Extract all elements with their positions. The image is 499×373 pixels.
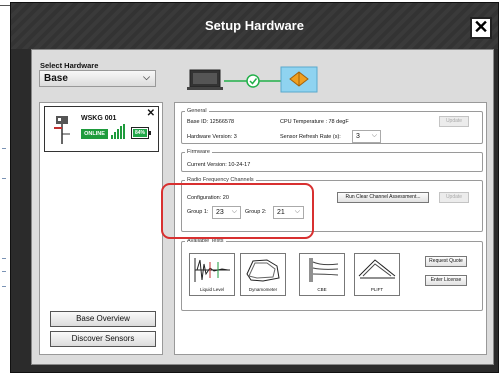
sensor-tower-icon: [54, 116, 70, 144]
battery-level: 84%: [133, 129, 147, 137]
request-quote-button[interactable]: Request Quote: [425, 256, 467, 267]
radio-update-button[interactable]: Update: [439, 192, 469, 203]
chevron-down-icon: ⌵: [143, 72, 150, 82]
discover-sensors-button[interactable]: Discover Sensors: [50, 331, 156, 347]
firmware-legend: Firmware: [187, 149, 210, 155]
test-label: PLIFT: [370, 287, 384, 292]
general-legend: General: [187, 108, 207, 114]
hardware-select[interactable]: Base ⌵: [39, 70, 156, 87]
firmware-group: Firmware: [181, 149, 483, 172]
firmware-version-text: Current Version: 10-24-17: [187, 162, 251, 168]
connection-status: [187, 66, 318, 93]
refresh-rate-select[interactable]: 3 ⌵: [352, 130, 381, 143]
test-card-liquid-level[interactable]: Liquid Level: [189, 253, 235, 296]
test-card-plift[interactable]: PLIFT: [354, 253, 400, 296]
test-card-cbe[interactable]: CBE: [299, 253, 345, 296]
remove-device-icon[interactable]: ✕: [147, 108, 155, 119]
laptop-icon: [187, 69, 223, 90]
hardware-version-text: Hardware Version: 3: [187, 134, 237, 140]
cbe-icon: [309, 258, 339, 282]
test-card-dynamometer[interactable]: Dynamometer: [240, 253, 286, 296]
liquid-level-icon: [194, 258, 230, 282]
base-id-text: Base ID: 12566578: [187, 119, 235, 125]
online-badge: ONLINE: [81, 129, 108, 139]
test-label: CBE: [317, 287, 327, 292]
select-hardware-label: Select Hardware: [40, 61, 99, 70]
background-window-edge: [0, 0, 10, 373]
signal-strength-icon: [111, 124, 127, 139]
run-clear-channel-assessment-button[interactable]: Run Clear Channel Assessment...: [337, 192, 429, 203]
cpu-temperature-text: CPU Temperature : 78 degF: [280, 119, 349, 125]
base-station-icon: [280, 66, 318, 93]
title-bar: Setup Hardware ✕: [11, 3, 498, 49]
check-icon: [246, 74, 260, 88]
refresh-rate-value: 3: [356, 133, 360, 140]
refresh-rate-label: Sensor Refresh Rate (s):: [280, 134, 341, 140]
plift-icon: [358, 259, 396, 279]
device-card[interactable]: WSKG 001 ✕ ONLINE 84%: [44, 106, 159, 152]
battery-icon: 84%: [131, 127, 151, 139]
general-update-button[interactable]: Update: [439, 116, 469, 127]
device-name: WSKG 001: [81, 115, 117, 122]
close-icon: ✕: [473, 17, 489, 37]
close-button[interactable]: ✕: [470, 17, 492, 39]
chevron-down-icon: ⌵: [371, 132, 377, 139]
radio-frequency-highlight: [161, 183, 314, 239]
test-label: Dynamometer: [248, 287, 278, 292]
base-overview-button[interactable]: Base Overview: [50, 311, 156, 327]
hardware-select-value: Base: [44, 73, 68, 84]
dialog-title: Setup Hardware: [205, 18, 304, 33]
enter-license-button[interactable]: Enter License: [425, 275, 467, 286]
dynamometer-icon: [246, 259, 280, 282]
hardware-list-panel: WSKG 001 ✕ ONLINE 84% Base Overview Disc…: [39, 102, 163, 355]
test-label: Liquid Level: [199, 287, 225, 292]
